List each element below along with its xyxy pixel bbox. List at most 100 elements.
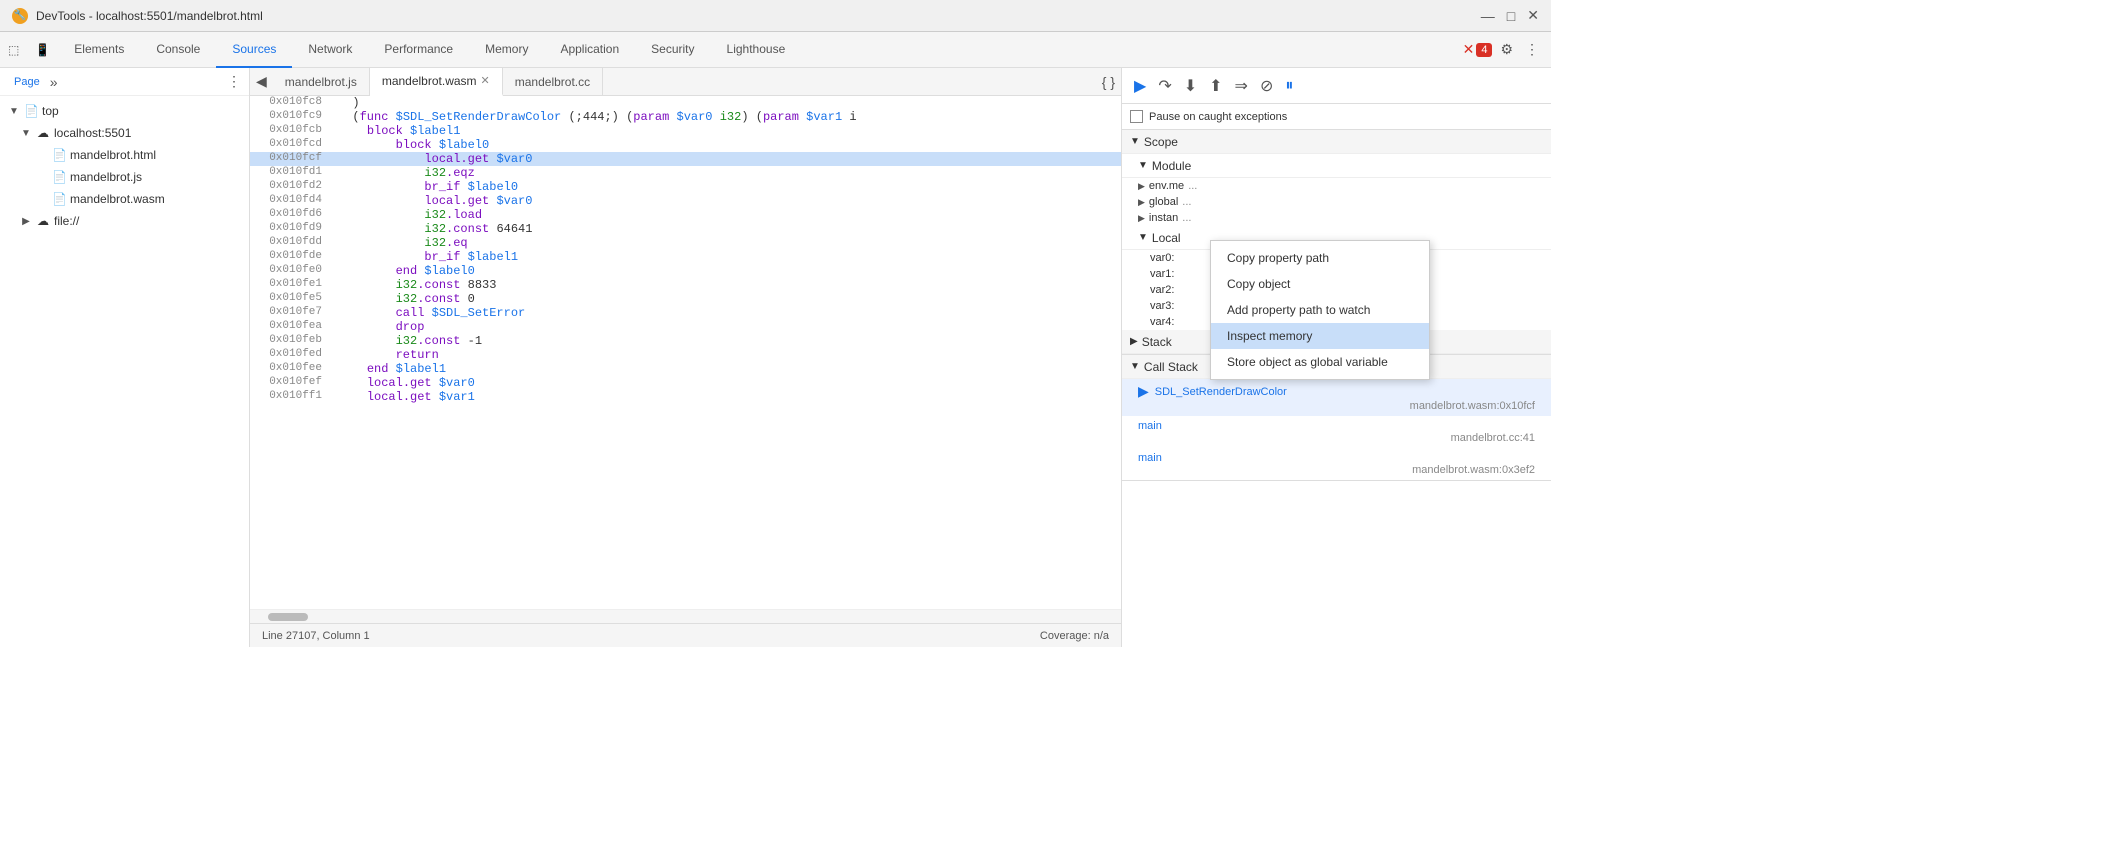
code-line: 0x010fcd block $label0	[250, 138, 1121, 152]
line-address: 0x010feb	[250, 334, 330, 346]
local-chevron-icon: ▼	[1138, 232, 1148, 243]
main-toolbar: ⬚ 📱 Elements Console Sources Network Per…	[0, 32, 1551, 68]
wasm-file-icon: 📄	[52, 192, 66, 206]
frame-location: mandelbrot.cc:41	[1138, 432, 1535, 444]
tab-lighthouse[interactable]: Lighthouse	[711, 32, 802, 68]
step-out-button[interactable]: ⬆	[1205, 74, 1226, 98]
deactivate-button[interactable]: ⊘	[1256, 74, 1277, 98]
tab-network[interactable]: Network	[292, 32, 368, 68]
step-button[interactable]: ⇒	[1231, 74, 1252, 98]
minimize-button[interactable]: —	[1481, 7, 1495, 24]
scope-global-item[interactable]: ▶ global ...	[1122, 194, 1551, 210]
scope-label: var2:	[1138, 284, 1174, 296]
tree-item-mandelbrot-wasm[interactable]: 📄 mandelbrot.wasm	[0, 188, 249, 210]
step-over-button[interactable]: ↷	[1154, 74, 1175, 98]
menu-add-to-watch[interactable]: Add property path to watch	[1211, 297, 1429, 323]
close-button[interactable]: ✕	[1527, 7, 1539, 24]
pause-caught-label: Pause on caught exceptions	[1149, 111, 1287, 123]
pause-caught-checkbox[interactable]	[1130, 110, 1143, 123]
tree-label: mandelbrot.wasm	[70, 192, 241, 206]
chevron-icon: ▼	[20, 128, 32, 139]
line-address: 0x010fd6	[250, 208, 330, 220]
module-title: Module	[1152, 159, 1191, 173]
menu-copy-property-path[interactable]: Copy property path	[1211, 245, 1429, 271]
line-code: (func $SDL_SetRenderDrawColor (;444;) (p…	[330, 110, 1121, 124]
tree-item-mandelbrot-html[interactable]: 📄 mandelbrot.html	[0, 144, 249, 166]
menu-store-as-global[interactable]: Store object as global variable	[1211, 349, 1429, 375]
line-code: local.get $var0	[330, 152, 1121, 166]
device-toolbar-button[interactable]: 📱	[27, 32, 58, 68]
scope-env-item[interactable]: ▶ env.me ...	[1122, 178, 1551, 194]
frame-location: mandelbrot.wasm:0x10fcf	[1138, 400, 1535, 412]
host-icon: ☁	[36, 126, 50, 140]
chevron-icon: ▼	[8, 106, 20, 117]
line-address: 0x010fe1	[250, 278, 330, 290]
scope-title: Scope	[1144, 135, 1178, 149]
tree-item-localhost[interactable]: ▼ ☁ localhost:5501	[0, 122, 249, 144]
source-tab-mandelbrot-cc[interactable]: mandelbrot.cc	[503, 68, 603, 96]
line-address: 0x010fcd	[250, 138, 330, 150]
scope-instan-item[interactable]: ▶ instan ...	[1122, 210, 1551, 226]
stack-title: Stack	[1142, 335, 1172, 349]
tab-performance[interactable]: Performance	[368, 32, 469, 68]
local-title: Local	[1152, 231, 1181, 245]
tab-elements[interactable]: Elements	[58, 32, 140, 68]
resume-button[interactable]: ▶	[1130, 74, 1150, 98]
module-header[interactable]: ▼ Module	[1122, 154, 1551, 178]
close-tab-icon[interactable]: ✕	[481, 74, 490, 87]
pause-button[interactable]: ⏸	[1281, 75, 1297, 97]
scope-label: var0:	[1138, 252, 1174, 264]
source-tab-mandelbrot-js[interactable]: mandelbrot.js	[273, 68, 370, 96]
tree-item-file[interactable]: ▶ ☁ file://	[0, 210, 249, 232]
tree-item-top[interactable]: ▼ 📄 top	[0, 100, 249, 122]
tab-security[interactable]: Security	[635, 32, 710, 68]
menu-inspect-memory[interactable]: Inspect memory	[1211, 323, 1429, 349]
call-stack-item-2[interactable]: main mandelbrot.wasm:0x3ef2	[1122, 448, 1551, 480]
tab-application[interactable]: Application	[544, 32, 635, 68]
right-panel-scroll[interactable]: ▼ Scope ▼ Module ▶ env.me ... ▶ global .…	[1122, 130, 1551, 647]
call-stack-item-1[interactable]: main mandelbrot.cc:41	[1122, 416, 1551, 448]
debugger-toolbar: ▶ ↷ ⬇ ⬆ ⇒ ⊘ ⏸	[1122, 68, 1551, 104]
source-content[interactable]: 0x010fc8 )0x010fc9 (func $SDL_SetRenderD…	[250, 96, 1121, 609]
call-stack-item-0[interactable]: ▶ SDL_SetRenderDrawColor mandelbrot.wasm…	[1122, 379, 1551, 416]
frame-location: mandelbrot.wasm:0x3ef2	[1138, 464, 1535, 476]
tab-console[interactable]: Console	[140, 32, 216, 68]
tree-label: top	[42, 104, 241, 118]
code-line: 0x010fd9 i32.const 64641	[250, 222, 1121, 236]
source-tab-mandelbrot-wasm[interactable]: mandelbrot.wasm ✕	[370, 68, 503, 96]
cursor-position: Line 27107, Column 1	[262, 630, 370, 642]
tab-sources[interactable]: Sources	[216, 32, 292, 68]
source-pretty-print[interactable]: { }	[1096, 74, 1121, 90]
line-code: i32.const 64641	[330, 222, 1121, 236]
line-code: i32.load	[330, 208, 1121, 222]
scope-label: var4:	[1138, 316, 1174, 328]
context-menu: Copy property path Copy object Add prope…	[1210, 240, 1430, 380]
source-nav-back[interactable]: ◀	[250, 73, 273, 90]
sidebar-more-button[interactable]: »	[50, 74, 58, 90]
sidebar-tab-page[interactable]: Page	[8, 74, 46, 90]
sidebar-options-button[interactable]: ⋮	[227, 73, 241, 90]
step-into-button[interactable]: ⬇	[1180, 74, 1201, 98]
line-address: 0x010fed	[250, 348, 330, 360]
tab-label: mandelbrot.wasm	[382, 74, 477, 88]
line-code: local.get $var0	[330, 376, 1121, 390]
maximize-button[interactable]: □	[1507, 7, 1515, 24]
settings-button[interactable]: ⚙	[1496, 37, 1517, 62]
tab-memory[interactable]: Memory	[469, 32, 544, 68]
file-sidebar: Page » ⋮ ▼ 📄 top ▼ ☁ localhost:5501 📄	[0, 68, 250, 647]
code-line: 0x010fee end $label1	[250, 362, 1121, 376]
tree-item-mandelbrot-js[interactable]: 📄 mandelbrot.js	[0, 166, 249, 188]
call-stack-title: Call Stack	[1144, 360, 1198, 374]
more-button[interactable]: ⋮	[1521, 37, 1543, 62]
scope-header[interactable]: ▼ Scope	[1122, 130, 1551, 154]
menu-copy-object[interactable]: Copy object	[1211, 271, 1429, 297]
frame-name: main	[1138, 420, 1162, 432]
line-code: block $label1	[330, 124, 1121, 138]
line-code: call $SDL_SetError	[330, 306, 1121, 320]
horizontal-scrollbar[interactable]	[250, 609, 1121, 623]
tree-label: file://	[54, 214, 241, 228]
inspect-element-button[interactable]: ⬚	[0, 32, 27, 68]
pause-caught-row: Pause on caught exceptions	[1122, 104, 1551, 130]
code-line: 0x010fe1 i32.const 8833	[250, 278, 1121, 292]
line-address: 0x010fd2	[250, 180, 330, 192]
